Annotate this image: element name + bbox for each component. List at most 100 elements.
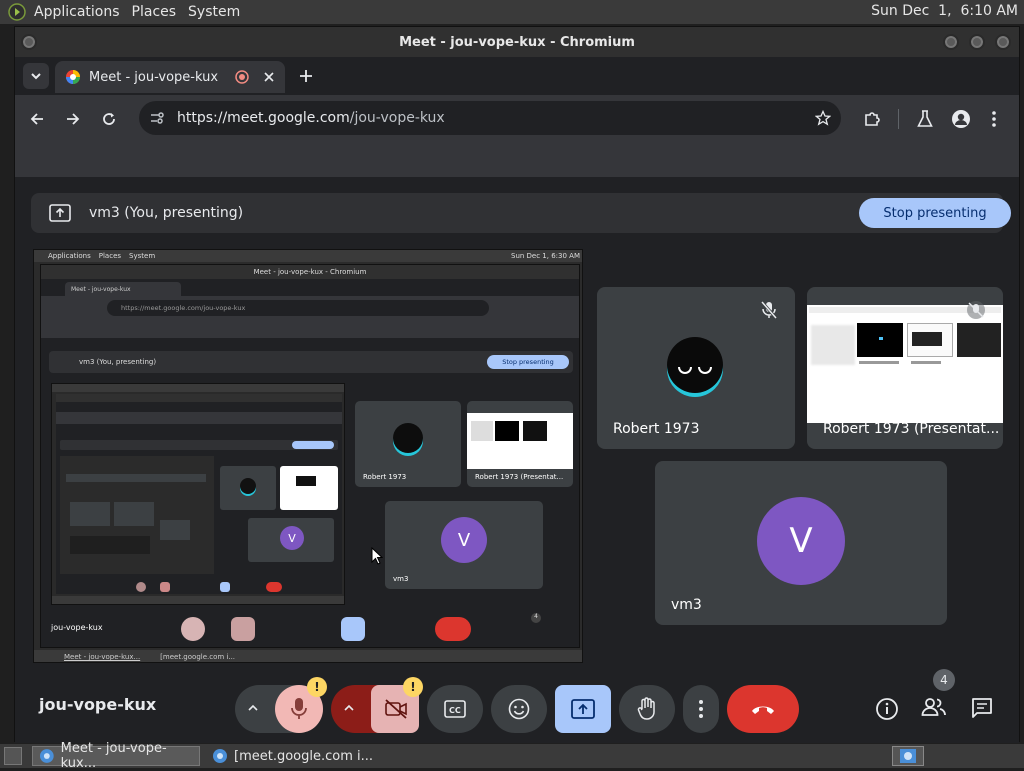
- workspace-switcher[interactable]: [892, 746, 924, 766]
- nested-tile-presentation: Robert 1973 (Presentat...: [467, 401, 573, 487]
- nested2-tile-vm3: V: [248, 518, 334, 562]
- browser-window: Meet - jou-vope-kux - Chromium Meet - jo…: [14, 26, 1020, 743]
- window-title: Meet - jou-vope-kux - Chromium: [399, 34, 635, 50]
- window-menu-button[interactable]: [21, 34, 37, 50]
- audio-group: !: [235, 677, 327, 733]
- chromium-icon: [39, 749, 54, 763]
- nested2-tile-robert: [220, 466, 276, 510]
- tile-vm3[interactable]: V vm3: [655, 461, 947, 625]
- pres-black-block: [857, 323, 903, 357]
- more-vert-icon: [699, 700, 703, 718]
- nested-top-panel: Applications Places System Sun Dec 1, 6:…: [34, 250, 582, 262]
- pres-window-block: [907, 323, 953, 357]
- gnome-foot-icon[interactable]: [8, 3, 26, 21]
- mic-off-icon: [761, 301, 777, 319]
- url-text: https://meet.google.com/jou-vope-kux: [177, 110, 445, 126]
- nested-mouse-cursor-icon: [371, 547, 383, 565]
- nested3-tile3: [160, 520, 190, 540]
- top-panel: Applications Places System Sun Dec 1, 6:…: [0, 0, 1024, 24]
- leave-call-button[interactable]: [727, 685, 799, 733]
- extensions-icon[interactable]: [863, 110, 881, 128]
- nested-share-preview: V: [51, 383, 345, 605]
- panel-clock[interactable]: Sun Dec 1, 6:10 AM: [871, 3, 1018, 19]
- nested-taskbar-task1: Meet - jou-vope-kux...: [64, 653, 141, 661]
- people-button[interactable]: [921, 695, 949, 723]
- close-tab-icon[interactable]: [263, 71, 275, 83]
- raise-hand-button[interactable]: [619, 685, 675, 733]
- pres-blurred-block: [811, 325, 855, 365]
- video-options-chevron-icon[interactable]: [343, 703, 355, 713]
- back-icon[interactable]: [29, 111, 45, 127]
- system-menu[interactable]: System: [182, 4, 246, 20]
- reload-icon[interactable]: [101, 111, 117, 127]
- nested-participants-count: 4: [531, 613, 541, 623]
- panel-menu: Applications Places System: [8, 3, 246, 21]
- nested2-tile-presentation: [280, 466, 338, 510]
- profile-avatar-icon[interactable]: [951, 109, 971, 129]
- toolbar-extension-strip: [15, 141, 1019, 177]
- nested-taskbar-task2: [meet.google.com i...: [160, 653, 236, 661]
- hand-icon: [637, 697, 655, 720]
- nested-toolbar: https://meet.google.com/jou-vope-kux: [41, 296, 579, 320]
- minimize-button[interactable]: [943, 34, 959, 50]
- applications-menu[interactable]: Applications: [28, 4, 126, 20]
- nested2-toolbar: [56, 412, 342, 424]
- stop-presenting-button[interactable]: Stop presenting: [859, 198, 1011, 228]
- chat-icon[interactable]: [971, 697, 993, 719]
- labs-flask-icon[interactable]: [917, 110, 933, 128]
- pres-cyan-dot: [879, 337, 883, 340]
- bookmark-star-icon[interactable]: [815, 110, 831, 126]
- present-button[interactable]: [555, 685, 611, 733]
- meeting-info-icon[interactable]: [875, 697, 899, 721]
- address-bar[interactable]: https://meet.google.com/jou-vope-kux: [139, 101, 841, 135]
- participants-count-badge: 4: [933, 669, 955, 691]
- taskbar-item-sharing[interactable]: [meet.google.com i...: [206, 746, 376, 766]
- audio-options-chevron-icon[interactable]: [247, 703, 259, 713]
- close-window-button[interactable]: [995, 34, 1011, 50]
- forward-icon[interactable]: [65, 111, 81, 127]
- url-host: https://meet.google.com: [177, 110, 350, 126]
- call-end-icon: [752, 706, 774, 714]
- tab-search-button[interactable]: [23, 63, 49, 89]
- screen-share-preview: Applications Places System Sun Dec 1, 6:…: [33, 249, 583, 663]
- nested-pres-blur: [471, 421, 493, 441]
- nested-strip: [41, 320, 579, 338]
- taskbar-item-meet[interactable]: Meet - jou-vope-kux...: [32, 741, 200, 771]
- nested-banner: vm3 (You, presenting) Stop presenting: [49, 351, 573, 373]
- new-tab-icon[interactable]: [299, 69, 313, 83]
- maximize-button[interactable]: [969, 34, 985, 50]
- mic-off-presentation-icon: [967, 301, 985, 319]
- nested-robert-avatar: [393, 423, 423, 453]
- places-menu[interactable]: Places: [126, 4, 183, 20]
- camera-warning-badge: !: [403, 677, 423, 697]
- nested-banner-text: vm3 (You, presenting): [79, 358, 157, 366]
- site-info-icon[interactable]: [149, 110, 165, 126]
- nested-places-menu: Places: [98, 252, 122, 260]
- pres-window-inner: [912, 332, 942, 346]
- show-desktop-button[interactable]: [4, 747, 22, 765]
- reactions-button[interactable]: [491, 685, 547, 733]
- window-titlebar[interactable]: Meet - jou-vope-kux - Chromium: [15, 27, 1019, 57]
- nested2-mic: [136, 582, 146, 592]
- nested-vm3-name: vm3: [393, 575, 409, 583]
- nested2-controls: [56, 580, 342, 594]
- tile-robert-presentation[interactable]: Robert 1973 (Presentat...: [807, 287, 1003, 449]
- nested-present-button: [341, 617, 365, 641]
- mic-warning-badge: !: [307, 677, 327, 697]
- captions-button[interactable]: CC: [427, 685, 483, 733]
- nested-pres-dark: [523, 421, 547, 441]
- recording-icon: [235, 70, 249, 84]
- tile-robert[interactable]: Robert 1973: [597, 287, 795, 449]
- nested2-present: [220, 582, 230, 592]
- tile-robert-name: Robert 1973: [613, 421, 700, 437]
- tab-meet[interactable]: Meet - jou-vope-kux: [55, 61, 285, 93]
- chromium-icon-2: [213, 749, 227, 763]
- browser-toolbar: https://meet.google.com/jou-vope-kux: [15, 95, 1019, 141]
- nested2-titlebar: [56, 394, 342, 402]
- more-options-button[interactable]: [683, 685, 719, 733]
- browser-menu-icon[interactable]: [991, 110, 997, 128]
- tile-presentation-name: Robert 1973 (Presentat...: [823, 421, 1000, 437]
- nested-taskbar: Meet - jou-vope-kux... [meet.google.com …: [34, 650, 582, 662]
- nested2-vm3-avatar: V: [280, 526, 304, 550]
- nested2-pres-thumb: [296, 476, 316, 486]
